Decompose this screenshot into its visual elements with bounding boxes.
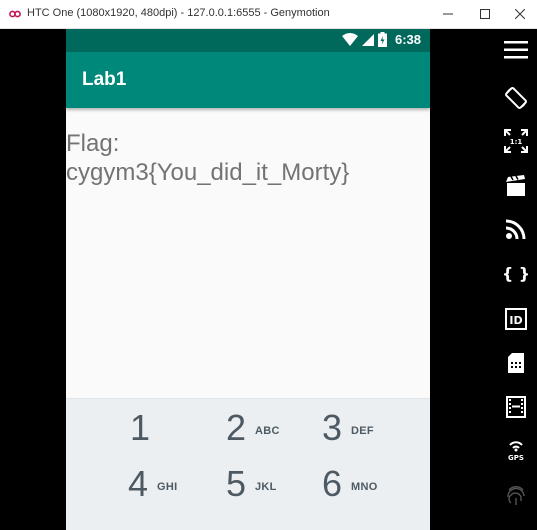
rotate-button[interactable] [500, 82, 532, 114]
gps-icon: GPS [508, 441, 524, 462]
pixel-perfect-button[interactable]: 1:1 [500, 125, 532, 157]
key-2[interactable]: 2 ABC [226, 407, 326, 457]
gps-button[interactable]: GPS [500, 435, 532, 467]
battery-icon [377, 32, 387, 47]
remote-control-icon [506, 219, 526, 239]
signal-icon [361, 34, 374, 46]
open-gapps-button[interactable]: { } [500, 257, 532, 289]
window-title: HTC One (1080x1920, 480dpi) - 127.0.0.1:… [27, 7, 330, 19]
close-icon [514, 9, 525, 19]
identifiers-icon: ID [505, 308, 527, 330]
menu-button[interactable] [500, 34, 532, 66]
maximize-icon [479, 9, 490, 19]
wifi-icon [341, 33, 358, 46]
close-button[interactable] [501, 0, 537, 28]
open-gapps-icon: { } [504, 264, 528, 283]
maximize-button[interactable] [466, 0, 503, 28]
flag-text-view: Flag: cygym3{You_did_it_Morty} [66, 129, 430, 187]
key-4-letters: GHI [157, 481, 178, 493]
camera-icon [506, 175, 525, 196]
flag-label: Flag: [66, 130, 120, 157]
flag-value: cygym3{You_did_it_Morty} [66, 159, 350, 186]
genymotion-toolbar: 1:1 { } ID [494, 29, 537, 530]
key-2-letters: ABC [255, 425, 280, 437]
key-3-digit: 3 [322, 407, 343, 448]
app-title: Lab1 [82, 69, 127, 90]
status-bar: 6:38 [66, 29, 430, 52]
pixel-perfect-icon: 1:1 [504, 129, 528, 153]
id-label: ID [509, 314, 522, 327]
rotate-icon [505, 87, 527, 109]
gps-label: GPS [508, 454, 524, 462]
menu-icon [504, 41, 528, 59]
key-6-letters: MNO [351, 481, 378, 493]
minimize-icon [442, 13, 453, 15]
emulator-area: 6:38 Lab1 Flag: cygym3{You_did_it_Morty}… [0, 29, 537, 530]
fingerprint-icon [507, 486, 525, 505]
sms-button[interactable] [500, 347, 532, 379]
key-5-letters: JKL [255, 481, 277, 493]
key-1-digit: 1 [130, 407, 151, 448]
media-icon [506, 396, 526, 418]
key-4[interactable]: 4 GHI [128, 463, 228, 513]
braces-label: { } [504, 264, 528, 283]
minimize-button[interactable] [429, 0, 466, 28]
capture-button[interactable] [500, 170, 532, 202]
pixel-perfect-label: 1:1 [510, 138, 523, 146]
key-5-digit: 5 [226, 463, 247, 504]
app-bar: Lab1 [66, 52, 430, 108]
status-time: 6:38 [394, 32, 421, 47]
genymotion-app-icon [9, 10, 21, 18]
key-6[interactable]: 6 MNO [322, 463, 422, 513]
sms-icon [508, 353, 524, 373]
remote-control-button[interactable] [500, 213, 532, 245]
media-button[interactable] [500, 391, 532, 423]
key-5[interactable]: 5 JKL [226, 463, 326, 513]
key-1[interactable]: 1 [130, 407, 230, 457]
key-6-digit: 6 [322, 463, 343, 504]
fingerprint-button[interactable] [500, 479, 532, 511]
key-4-digit: 4 [128, 463, 149, 504]
phone-screen[interactable]: 6:38 Lab1 Flag: cygym3{You_did_it_Morty}… [66, 29, 430, 530]
window-title-bar: HTC One (1080x1920, 480dpi) - 127.0.0.1:… [0, 0, 537, 29]
identifiers-button[interactable]: ID [500, 303, 532, 335]
numeric-keypad: 1 2 ABC 3 DEF 4 GHI 5 JKL 6 MNO [66, 398, 430, 530]
key-2-digit: 2 [226, 407, 247, 448]
key-3-letters: DEF [351, 425, 374, 437]
key-3[interactable]: 3 DEF [322, 407, 422, 457]
